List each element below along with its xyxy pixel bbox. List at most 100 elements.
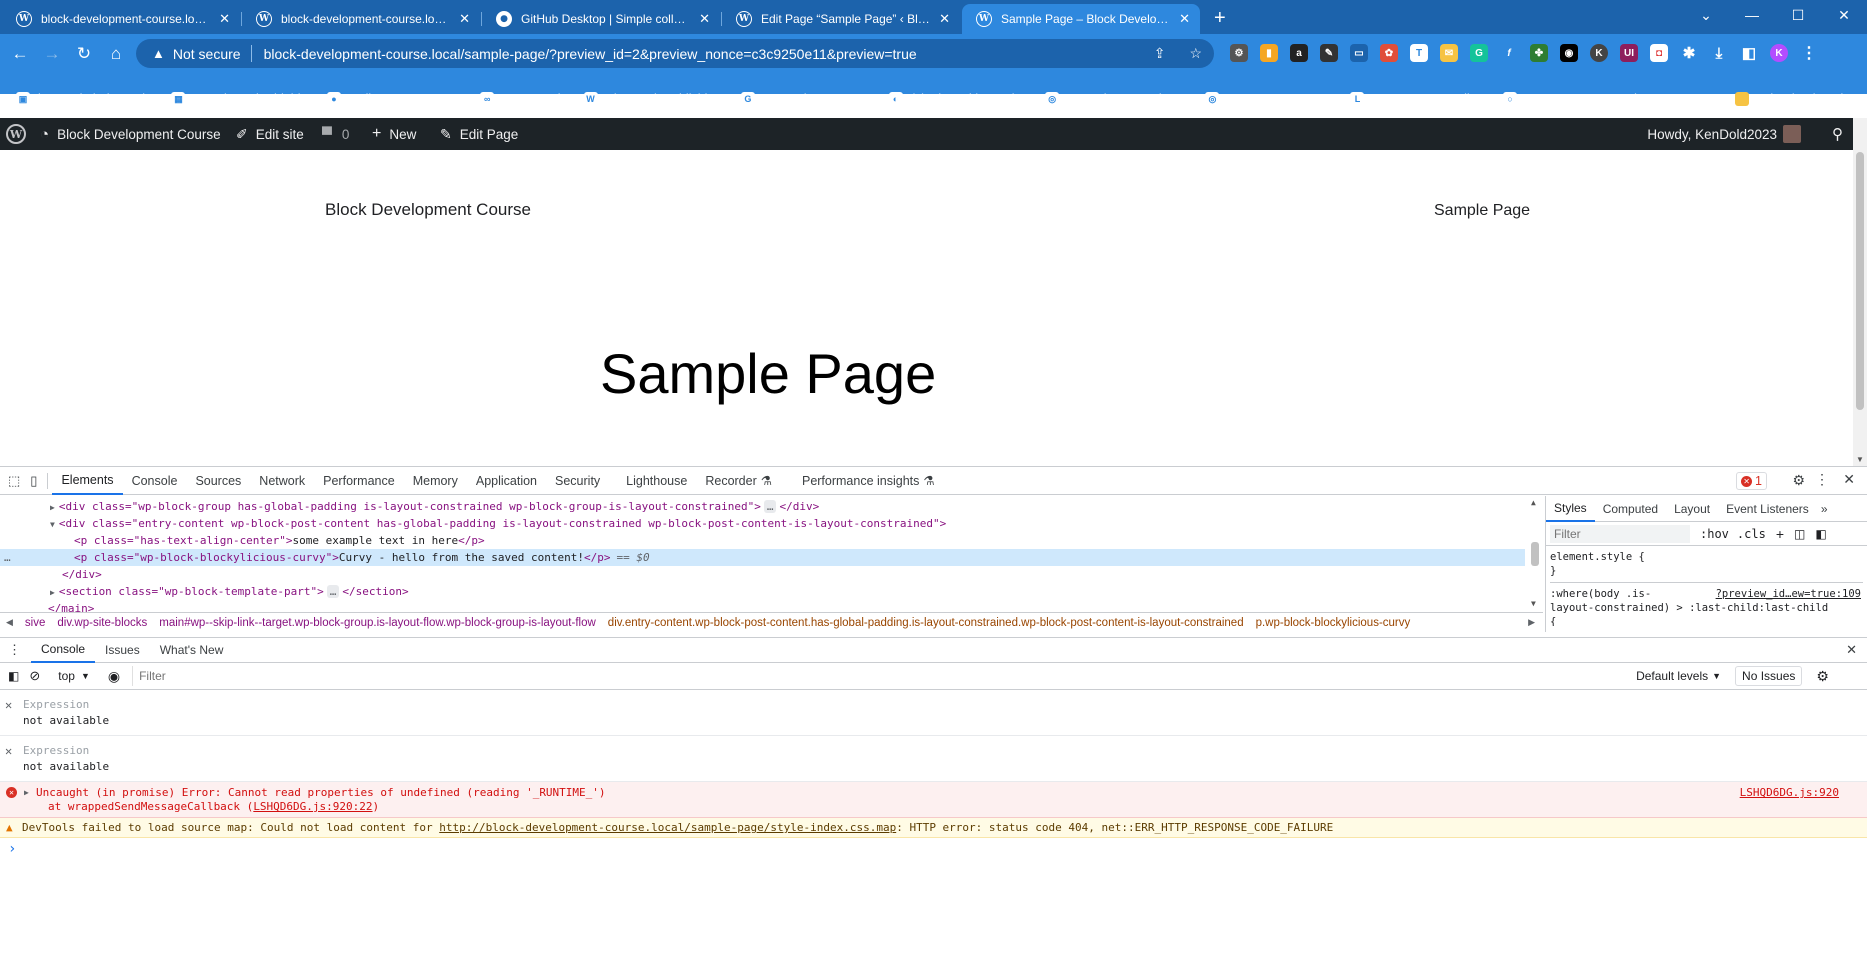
close-tab-icon[interactable]: ✕ xyxy=(459,11,470,27)
close-window-icon[interactable]: ✕ xyxy=(1821,0,1867,30)
forward-icon[interactable]: → xyxy=(40,44,64,64)
styles-filter-input[interactable] xyxy=(1550,524,1690,543)
console-settings-gear-icon[interactable]: ⚙ xyxy=(1816,668,1829,685)
extensions-puzzle-icon[interactable]: ✱ xyxy=(1680,44,1698,62)
tab-layout[interactable]: Layout xyxy=(1666,502,1718,516)
collapse-triangle-icon[interactable]: ▼ xyxy=(50,520,55,529)
breadcrumb-item[interactable]: sive xyxy=(25,617,45,629)
bookmark-item[interactable]: ▦ Google Embeddabl... xyxy=(171,92,311,106)
tab-performance[interactable]: Performance xyxy=(314,467,404,495)
dom-node[interactable]: </main> xyxy=(0,600,1525,612)
ellipsis-icon[interactable]: … xyxy=(763,500,777,513)
wp-account-menu[interactable]: Howdy, KenDold2023 xyxy=(1647,118,1801,150)
wp-comments[interactable]: ▀ 0 xyxy=(322,118,349,150)
console-warning-message[interactable]: ▲ DevTools failed to load source map: Co… xyxy=(0,818,1867,838)
bookmark-item[interactable]: L Lorem Ipsum - All t... xyxy=(1350,92,1487,106)
clear-console-icon[interactable]: ⊘ xyxy=(29,668,40,684)
issues-button[interactable]: No Issues xyxy=(1735,666,1803,686)
extension-gear-icon[interactable]: ⚙ xyxy=(1230,44,1248,62)
browser-tab[interactable]: W Edit Page “Sample Page” ‹ Block D ✕ xyxy=(722,4,960,34)
bookmark-item[interactable]: W Blog Tool, Publishin... xyxy=(583,92,725,106)
extension-color-icon[interactable]: ✿ xyxy=(1380,44,1398,62)
tab-computed[interactable]: Computed xyxy=(1595,502,1666,516)
hov-toggle[interactable]: :hov xyxy=(1700,527,1729,541)
dom-node[interactable]: ▶ <section class="wp-block-template-part"… xyxy=(0,583,1525,600)
tab-memory[interactable]: Memory xyxy=(404,467,467,495)
side-panel-icon[interactable]: ◧ xyxy=(1740,44,1758,62)
back-icon[interactable]: ← xyxy=(8,44,32,64)
ellipsis-icon[interactable]: … xyxy=(326,585,340,598)
bookmark-item[interactable]: ○ Ocean Core Extensi... xyxy=(1503,92,1647,106)
wp-edit-site[interactable]: ✐ Edit site xyxy=(236,118,304,150)
browser-menu-icon[interactable]: ⋮ xyxy=(1800,44,1818,62)
reload-icon[interactable]: ↻ xyxy=(72,44,96,64)
crumb-left-icon[interactable]: ◀ xyxy=(6,617,13,628)
drawer-tab-console[interactable]: Console xyxy=(31,638,96,663)
tab-search-icon[interactable]: ⌄ xyxy=(1683,0,1729,30)
drawer-tab-whats-new[interactable]: What's New xyxy=(150,643,234,657)
css-rule[interactable]: :where(body .is- layout-constrained) > :… xyxy=(1550,582,1863,626)
wp-logo-menu[interactable]: W xyxy=(6,118,26,150)
profile-avatar[interactable]: K xyxy=(1770,44,1788,62)
element-style-rule[interactable]: element.style { xyxy=(1550,550,1863,564)
tab-elements[interactable]: Elements xyxy=(52,467,123,495)
drawer-menu-icon[interactable]: ⋮ xyxy=(8,642,21,658)
bookmark-item[interactable]: ◎ Free Thesaurus | Sy... xyxy=(1045,92,1189,106)
home-icon[interactable]: ⌂ xyxy=(104,44,128,64)
error-count-badge[interactable]: ✕ 1 xyxy=(1736,472,1767,490)
extension-font-icon[interactable]: f xyxy=(1500,44,1518,62)
remove-expression-icon[interactable]: ✕ xyxy=(5,698,12,712)
extension-text-icon[interactable]: T xyxy=(1410,44,1428,62)
console-prompt[interactable]: › xyxy=(0,838,1867,858)
url-text[interactable]: block-development-course.local/sample-pa… xyxy=(264,46,1142,62)
share-icon[interactable]: ⇪ xyxy=(1154,45,1166,62)
paint-icon[interactable]: ◫ xyxy=(1794,527,1805,541)
sidebar-toggle-icon[interactable]: ◧ xyxy=(8,669,19,683)
tab-security[interactable]: Security xyxy=(546,467,609,495)
browser-tab-active[interactable]: W Sample Page – Block Developme ✕ xyxy=(962,4,1200,34)
extension-window-icon[interactable]: ▭ xyxy=(1350,44,1368,62)
extension-leaf-icon[interactable]: ✤ xyxy=(1530,44,1548,62)
wp-new[interactable]: + New xyxy=(372,118,416,150)
context-selector[interactable]: top ▼ xyxy=(58,669,90,683)
breadcrumb-item[interactable]: p.wp-block-blockylicious-curvy xyxy=(1256,617,1411,629)
dom-node[interactable]: <p class="has-text-align-center">some ex… xyxy=(0,532,1525,549)
bookmark-item[interactable]: ∞ WHM Login xyxy=(480,92,568,106)
inspect-element-icon[interactable]: ⬚ xyxy=(8,473,20,489)
tab-styles[interactable]: Styles xyxy=(1546,496,1595,522)
more-bookmarks-icon[interactable]: » xyxy=(1710,92,1717,107)
extension-dark-icon[interactable]: ◉ xyxy=(1560,44,1578,62)
add-rule-icon[interactable]: + xyxy=(1776,526,1784,542)
bookmark-item[interactable]: G Demo document -... xyxy=(740,92,873,106)
bookmark-item[interactable]: ▣ ken and Linda Desi... xyxy=(16,92,155,106)
extension-amazon-icon[interactable]: a xyxy=(1290,44,1308,62)
wp-site-name[interactable]: ◔ Block Development Course xyxy=(40,118,221,150)
tab-performance-insights[interactable]: Performance insights ⚗ xyxy=(793,467,944,495)
breadcrumb-item[interactable]: div.wp-site-blocks xyxy=(57,617,147,629)
tab-network[interactable]: Network xyxy=(250,467,314,495)
tab-application[interactable]: Application xyxy=(467,467,546,495)
other-bookmarks[interactable]: ▬ Other bookmarks xyxy=(1735,92,1853,106)
tab-console[interactable]: Console xyxy=(123,467,187,495)
bookmark-item[interactable]: ● Online Courses - A... xyxy=(326,92,464,106)
live-expression-eye-icon[interactable]: ◉ xyxy=(108,668,120,685)
minimize-icon[interactable]: — xyxy=(1729,0,1775,30)
bookmark-item[interactable]: ◎ Home - Leverage... xyxy=(1205,92,1334,106)
expand-triangle-icon[interactable]: ▶ xyxy=(24,786,29,800)
security-label[interactable]: Not secure xyxy=(173,46,241,62)
breadcrumb-item[interactable]: main#wp--skip-link--target.wp-block-grou… xyxy=(159,617,596,629)
download-icon[interactable]: ⤓ xyxy=(1710,44,1728,62)
new-tab-icon[interactable]: + xyxy=(1214,7,1226,30)
browser-tab[interactable]: ● GitHub Desktop | Simple collabo ✕ xyxy=(482,4,722,34)
scroll-down-icon[interactable]: ▼ xyxy=(1856,455,1864,464)
tab-sources[interactable]: Sources xyxy=(186,467,250,495)
extension-eyedropper-icon[interactable]: ✎ xyxy=(1320,44,1338,62)
tab-event-listeners[interactable]: Event Listeners xyxy=(1718,502,1817,516)
close-tab-icon[interactable]: ✕ xyxy=(219,11,230,27)
extension-chart-icon[interactable]: ▮ xyxy=(1260,44,1278,62)
address-bar[interactable]: ▲ Not secure block-development-course.lo… xyxy=(136,39,1214,68)
page-scrollbar[interactable]: ▼ xyxy=(1853,118,1867,466)
drawer-tab-issues[interactable]: Issues xyxy=(95,643,150,657)
crumb-right-icon[interactable]: ▶ xyxy=(1528,617,1535,628)
expand-triangle-icon[interactable]: ▶ xyxy=(50,503,55,512)
